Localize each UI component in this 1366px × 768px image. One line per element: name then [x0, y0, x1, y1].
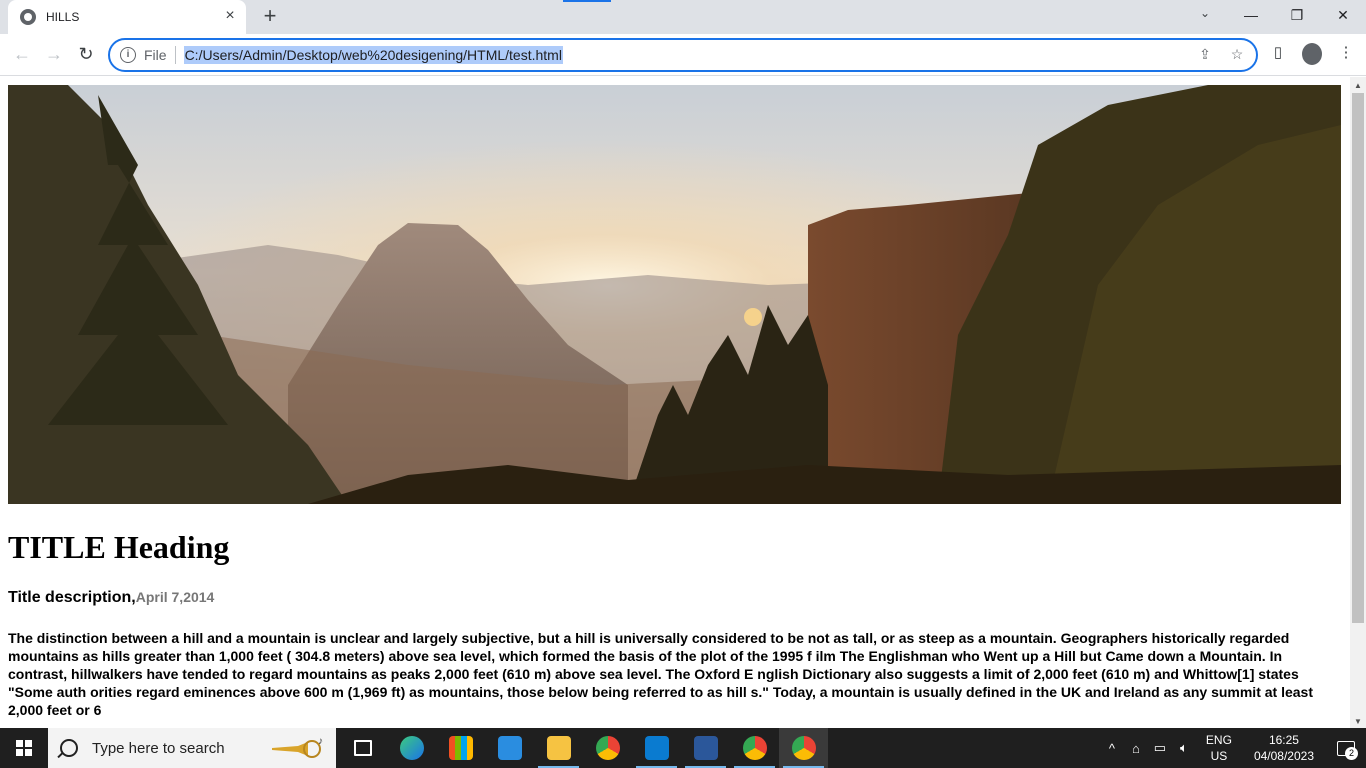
page-scrollbar[interactable]: ▲ ▼: [1350, 77, 1366, 728]
tab-title: HILLS: [46, 10, 80, 24]
windows-taskbar: Type here to search ♪ ^ ⌂ ▭ 🔈︎ ENG US 16…: [0, 728, 1366, 768]
minimize-button[interactable]: —: [1228, 0, 1274, 30]
chrome-icon: [595, 736, 620, 760]
scroll-down-arrow-icon[interactable]: ▼: [1354, 717, 1362, 726]
tab-drag-indicator: [563, 0, 611, 2]
search-icon: [60, 739, 78, 757]
side-panel-icon[interactable]: ▯: [1268, 43, 1288, 65]
taskbar-search-box[interactable]: Type here to search ♪: [48, 728, 336, 768]
word-icon: [693, 736, 718, 760]
input-language[interactable]: ENG US: [1206, 732, 1232, 764]
show-hidden-icons-chevron-icon[interactable]: ^: [1100, 741, 1124, 756]
volume-icon[interactable]: 🔈︎: [1172, 740, 1196, 756]
region-code: US: [1210, 749, 1228, 763]
menu-kebab-icon[interactable]: ⋮: [1336, 43, 1356, 65]
search-placeholder: Type here to search: [92, 739, 225, 757]
mail-icon: [497, 736, 522, 760]
device-icon[interactable]: ⌂: [1124, 741, 1148, 756]
restore-button[interactable]: ❐: [1274, 0, 1320, 30]
taskbar-app-edge[interactable]: [387, 728, 436, 768]
title-description: Title description,April 7,2014: [8, 589, 214, 607]
new-tab-button[interactable]: +: [258, 5, 282, 28]
taskbar-app-mail[interactable]: [485, 728, 534, 768]
taskbar-app-word[interactable]: [681, 728, 730, 768]
network-icon[interactable]: ▭: [1148, 740, 1172, 756]
vscode-icon: [644, 736, 669, 760]
url-text[interactable]: C:/Users/Admin/Desktop/web%20desigening/…: [183, 46, 563, 64]
bookmark-star-icon[interactable]: ☆: [1228, 46, 1246, 64]
taskbar-app-vscode[interactable]: [632, 728, 681, 768]
store-icon: [448, 736, 473, 760]
task-view-button[interactable]: [338, 728, 387, 768]
chrome-icon: [791, 736, 816, 760]
system-tray: ^ ⌂ ▭ 🔈︎ ENG US 16:25 04/08/2023 2: [1100, 728, 1366, 768]
forward-button[interactable]: →: [42, 43, 66, 67]
windows-logo-icon: [16, 740, 32, 756]
address-bar[interactable]: i File C:/Users/Admin/Desktop/web%20desi…: [108, 38, 1258, 72]
description-text: Title description,: [8, 589, 136, 606]
trumpet-search-highlight-icon: ♪: [272, 736, 323, 758]
chrome-icon: [742, 736, 767, 760]
reload-button[interactable]: ↻: [74, 43, 98, 67]
scroll-up-arrow-icon[interactable]: ▲: [1354, 81, 1362, 90]
share-icon[interactable]: ⇪: [1196, 46, 1214, 64]
post-date: April 7,2014: [135, 589, 215, 605]
close-window-button[interactable]: ✕: [1320, 0, 1366, 30]
profile-avatar-icon[interactable]: [1302, 43, 1322, 65]
edge-icon: [399, 736, 424, 760]
clock-time: 16:25: [1268, 733, 1299, 747]
taskbar-app-chrome-2[interactable]: [730, 728, 779, 768]
task-view-icon: [353, 740, 372, 756]
start-button[interactable]: [0, 728, 48, 768]
page-viewport: TITLE Heading Title description,April 7,…: [0, 77, 1350, 728]
notification-count-badge: 2: [1345, 747, 1358, 760]
scroll-thumb[interactable]: [1352, 93, 1364, 623]
close-tab-icon[interactable]: ×: [222, 8, 238, 25]
globe-icon: [20, 9, 36, 25]
address-separator: [174, 46, 176, 64]
notification-center-button[interactable]: 2: [1326, 728, 1366, 768]
browser-toolbar: ← → ↻ i File C:/Users/Admin/Desktop/web%…: [0, 34, 1366, 76]
language-code: ENG: [1205, 733, 1232, 747]
window-controls: — ❐ ✕: [1228, 0, 1366, 34]
clock[interactable]: 16:25 04/08/2023: [1254, 732, 1314, 764]
folder-icon: [546, 736, 571, 760]
tab-strip: HILLS × + ⌄ — ❐ ✕: [0, 0, 1366, 34]
clock-date: 04/08/2023: [1253, 749, 1314, 763]
page-title: TITLE Heading: [8, 529, 230, 565]
hero-landscape-image: [8, 85, 1341, 504]
taskbar-app-store[interactable]: [436, 728, 485, 768]
article-body: The distinction between a hill and a mou…: [8, 630, 1313, 718]
browser-tab[interactable]: HILLS ×: [8, 0, 246, 34]
tab-search-icon[interactable]: ⌄: [1194, 6, 1216, 26]
taskbar-app-chrome-1[interactable]: [583, 728, 632, 768]
scheme-label: File: [144, 47, 167, 63]
svg-text:♪: ♪: [318, 736, 323, 747]
back-button[interactable]: ←: [10, 43, 34, 67]
site-info-icon[interactable]: i: [120, 47, 136, 63]
taskbar-app-file-explorer[interactable]: [534, 728, 583, 768]
taskbar-app-chrome-3[interactable]: [779, 728, 828, 768]
